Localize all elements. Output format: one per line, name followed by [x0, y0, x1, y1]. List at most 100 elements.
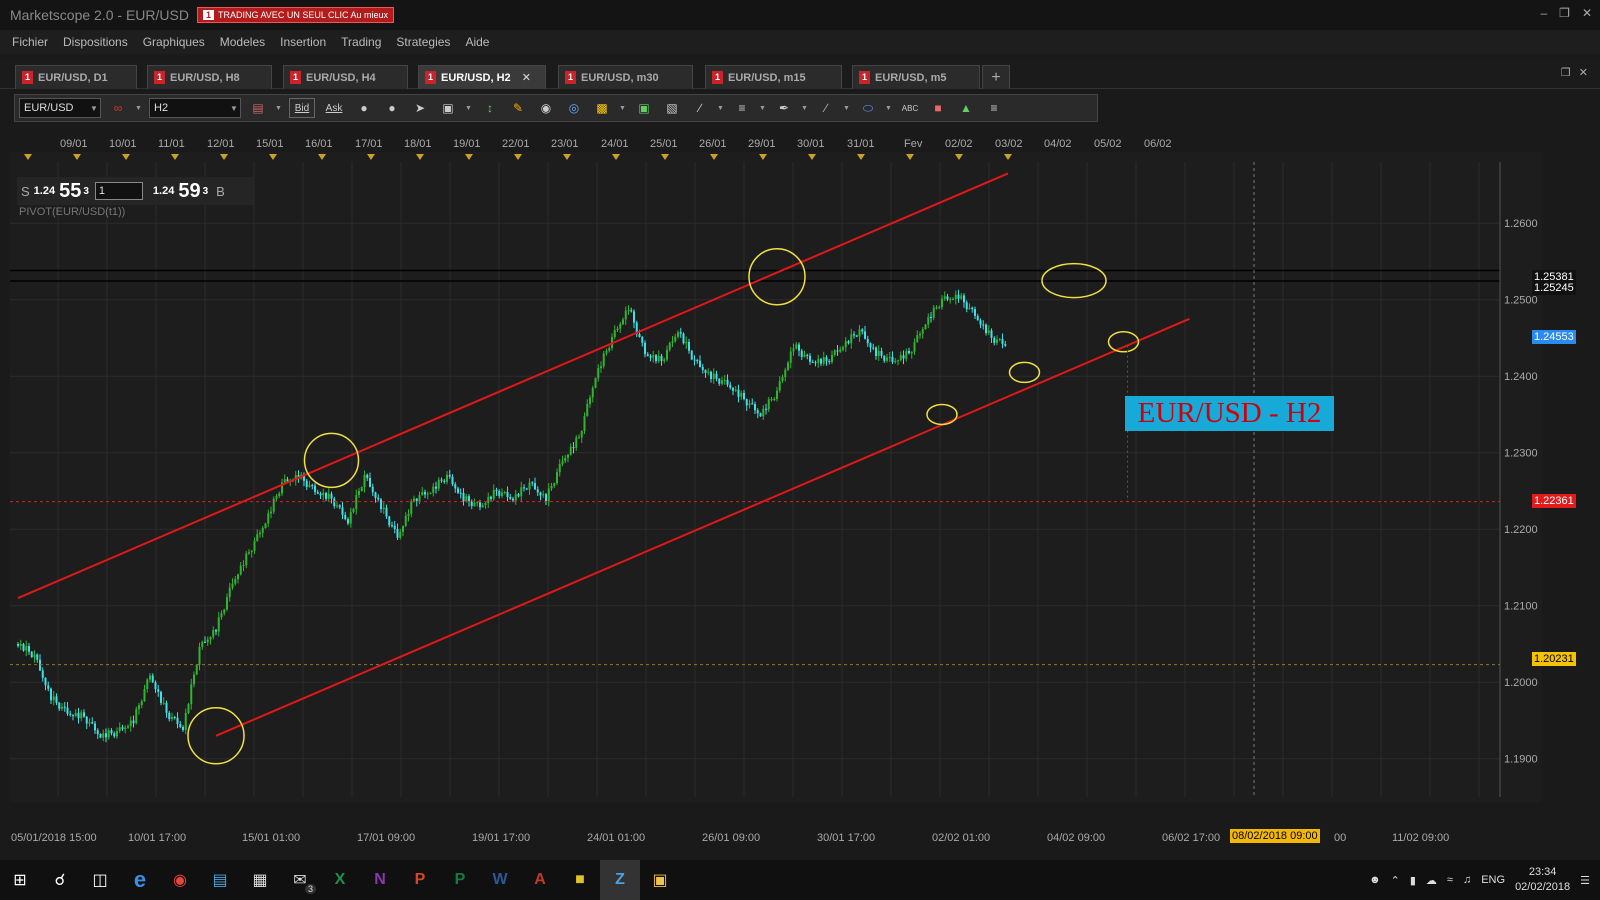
sell-label[interactable]: S — [21, 184, 30, 199]
maximize-chart-icon[interactable]: ❐ — [1561, 66, 1571, 79]
search-icon[interactable]: ☌ — [40, 860, 80, 900]
excel-icon[interactable]: X — [320, 860, 360, 900]
menu-strategies[interactable]: Strategies — [396, 35, 450, 49]
ruler-icon[interactable]: ▩ — [591, 98, 613, 118]
windows-start-icon[interactable]: ⊞ — [0, 860, 40, 900]
task-view-icon[interactable]: ◫ — [80, 860, 120, 900]
tab-eurusd-d1[interactable]: 1 EUR/USD, D1 — [15, 65, 137, 89]
tab-eurusd-m5[interactable]: 1 EUR/USD, m5 — [852, 65, 980, 89]
trendline-icon[interactable]: ∕ — [689, 98, 711, 118]
menu-fichier[interactable]: Fichier — [12, 35, 48, 49]
marketscope-icon[interactable]: Z — [600, 860, 640, 900]
people-icon[interactable]: ☻ — [1369, 874, 1381, 886]
tab-eurusd-h4[interactable]: 1 EUR/USD, H4 — [283, 65, 408, 89]
restore-icon[interactable]: ❐ — [1559, 6, 1570, 20]
quantity-stepper[interactable]: 1 — [94, 182, 143, 200]
cloud-icon[interactable]: ☁ — [1426, 874, 1437, 887]
add-tab-button[interactable]: + — [982, 65, 1010, 89]
word-icon[interactable]: W — [480, 860, 520, 900]
clock[interactable]: 23:34 02/02/2018 — [1515, 865, 1570, 895]
link-icon[interactable]: ∞ — [107, 98, 129, 118]
network-icon[interactable]: ▲ — [955, 98, 977, 118]
indicator-label[interactable]: PIVOT(EUR/USD(t1)) — [19, 206, 125, 218]
print-icon[interactable]: ▧ — [661, 98, 683, 118]
tab-eurusd-h2[interactable]: 1 EUR/USD, H2 ✕ — [418, 65, 546, 89]
text-tool-icon[interactable]: ABC — [899, 98, 921, 118]
buy-price-prefix[interactable]: 1.24 — [153, 185, 174, 197]
calendar-icon[interactable]: ▦ — [240, 860, 280, 900]
top-date-label: 18/01 — [404, 138, 432, 150]
channel-icon[interactable]: ≡ — [731, 98, 753, 118]
edit-icon[interactable]: ✎ — [507, 98, 529, 118]
buy-price-fraction[interactable]: 3 — [203, 186, 209, 197]
settings-icon[interactable]: ≡ — [983, 98, 1005, 118]
candle-body — [666, 349, 668, 360]
edge-icon[interactable]: e — [120, 860, 160, 900]
chevron-down-icon[interactable]: ▼ — [717, 105, 725, 112]
chart-annotation[interactable]: EUR/USD - H2 — [1125, 396, 1334, 431]
chevron-down-icon[interactable]: ▼ — [619, 105, 627, 112]
crosshair-icon[interactable]: ▣ — [437, 98, 459, 118]
chevron-down-icon[interactable]: ▼ — [465, 105, 473, 112]
timeframe-select[interactable]: H2 ▼ — [149, 98, 241, 118]
bid-toggle[interactable]: Bid — [289, 98, 315, 118]
tab-close-icon[interactable]: ✕ — [522, 71, 531, 84]
globe-icon[interactable]: ◎ — [563, 98, 585, 118]
indicator-icon[interactable]: ↕ — [479, 98, 501, 118]
instrument-select[interactable]: EUR/USD ▼ — [19, 98, 101, 118]
app-icon[interactable]: ▤ — [200, 860, 240, 900]
ask-toggle[interactable]: Ask — [321, 98, 347, 118]
chevron-down-icon[interactable]: ▼ — [801, 105, 809, 112]
chevron-down-icon[interactable]: ▼ — [885, 105, 893, 112]
sell-price-fraction[interactable]: 3 — [83, 186, 89, 197]
close-icon[interactable]: ✕ — [1582, 6, 1592, 20]
zoom-out-icon[interactable]: ● — [381, 98, 403, 118]
access-icon[interactable]: A — [520, 860, 560, 900]
image-icon[interactable]: ▣ — [633, 98, 655, 118]
menu-dispositions[interactable]: Dispositions — [63, 35, 128, 49]
buy-price-pips[interactable]: 59 — [178, 180, 200, 203]
chrome-icon[interactable]: ◉ — [160, 860, 200, 900]
mail-icon[interactable]: ✉ 3 — [280, 860, 320, 900]
ellipse-icon[interactable]: ⬭ — [857, 98, 879, 118]
file-explorer-icon[interactable]: ▣ — [640, 860, 680, 900]
minimize-icon[interactable]: – — [1540, 6, 1547, 20]
eraser-icon[interactable]: ■ — [927, 98, 949, 118]
chart-type-icon[interactable]: ▤ — [247, 98, 269, 118]
close-chart-icon[interactable]: ✕ — [1579, 66, 1588, 79]
chevron-down-icon[interactable]: ▼ — [759, 105, 767, 112]
menu-aide[interactable]: Aide — [465, 35, 489, 49]
cursor-date-label: 08/02/2018 09:00 — [1230, 829, 1320, 843]
onenote-icon[interactable]: N — [360, 860, 400, 900]
pen-icon[interactable]: ✒ — [773, 98, 795, 118]
chevron-down-icon[interactable]: ▼ — [135, 105, 143, 112]
chevron-down-icon[interactable]: ▼ — [843, 105, 851, 112]
volume-icon[interactable]: ♫ — [1463, 874, 1471, 886]
menu-graphiques[interactable]: Graphiques — [143, 35, 205, 49]
battery-icon[interactable]: ▮ — [1410, 874, 1416, 887]
line-icon[interactable]: ∕ — [815, 98, 837, 118]
chevron-up-icon[interactable]: ⌃ — [1391, 874, 1400, 887]
sell-price-prefix[interactable]: 1.24 — [34, 185, 55, 197]
notification-icon[interactable]: ☰ — [1580, 874, 1590, 887]
language-indicator[interactable]: ENG — [1481, 874, 1505, 886]
one-click-badge[interactable]: 1 TRADING AVEC UN SEUL CLIC Au mieux — [196, 7, 395, 23]
pointer-icon[interactable]: ➤ — [409, 98, 431, 118]
chevron-down-icon[interactable]: ▼ — [275, 105, 283, 112]
tab-eurusd-m15[interactable]: 1 EUR/USD, m15 — [705, 65, 842, 89]
menu-trading[interactable]: Trading — [341, 35, 381, 49]
menu-modeles[interactable]: Modeles — [220, 35, 265, 49]
price-chart[interactable]: 1.1900 1.2000 1.2100 1.2200 1.2300 1.2400 1.25… — [10, 132, 1542, 822]
wifi-icon[interactable]: ≈ — [1447, 874, 1453, 886]
tab-eurusd-m30[interactable]: 1 EUR/USD, m30 — [558, 65, 693, 89]
buy-label[interactable]: B — [216, 184, 225, 199]
menu-insertion[interactable]: Insertion — [280, 35, 326, 49]
candle-body — [770, 399, 773, 401]
zoom-in-icon[interactable]: ● — [353, 98, 375, 118]
eye-icon[interactable]: ◉ — [535, 98, 557, 118]
sell-price-pips[interactable]: 55 — [59, 180, 81, 203]
publisher-icon[interactable]: P — [440, 860, 480, 900]
tab-eurusd-h8[interactable]: 1 EUR/USD, H8 — [147, 65, 272, 89]
color-app-icon[interactable]: ■ — [560, 860, 600, 900]
powerpoint-icon[interactable]: P — [400, 860, 440, 900]
